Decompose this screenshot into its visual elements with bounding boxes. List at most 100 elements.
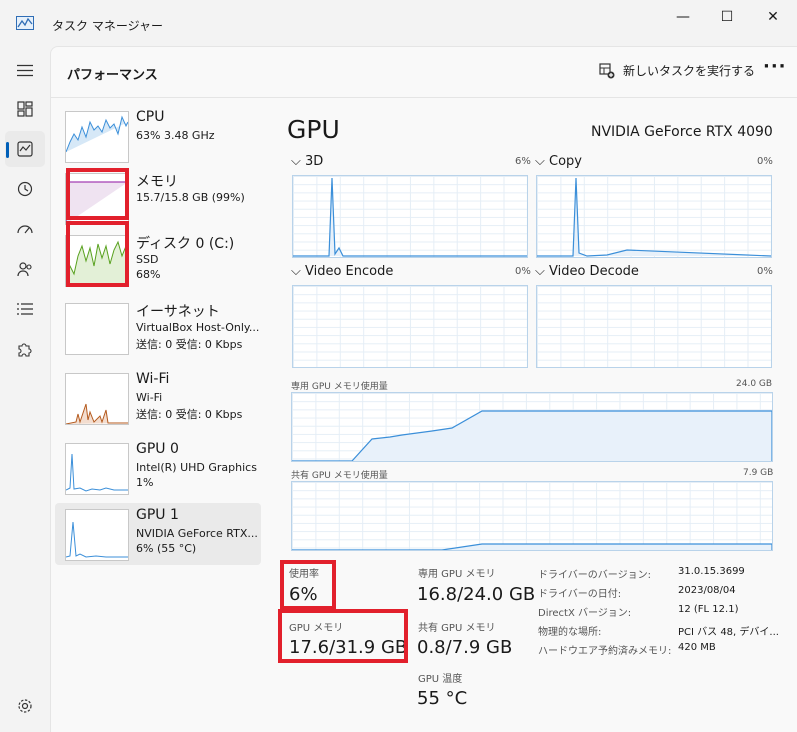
shared-mem-graph	[291, 481, 773, 551]
info-key: ドライバーの日付:	[538, 589, 622, 600]
more-options-button[interactable]: ···	[763, 56, 787, 77]
temp-value: 55 °C	[417, 688, 468, 709]
info-value: 2023/08/04	[678, 585, 736, 596]
dedicated-value: 16.8/24.0 GB	[417, 584, 536, 605]
new-task-icon	[599, 62, 615, 78]
engine-3d-label[interactable]: ⌵ 3D	[291, 154, 323, 169]
highlight-box	[66, 168, 129, 220]
list-icon	[17, 303, 33, 315]
gpu-model: NVIDIA GeForce RTX 4090	[591, 124, 773, 140]
maximize-button[interactable]: ☐	[704, 6, 750, 28]
info-value: 12 (FL 12.1)	[678, 604, 739, 615]
info-key: 物理的な場所:	[538, 627, 602, 638]
device-name: GPU 1	[136, 507, 179, 523]
nav-services[interactable]	[5, 331, 45, 367]
shared-mem-graph-label: 共有 GPU メモリ使用量	[291, 471, 388, 481]
device-detail: NVIDIA GeForce RTX...	[136, 527, 258, 540]
minimize-button[interactable]: —	[660, 6, 706, 28]
run-new-task-label: 新しいタスクを実行する	[623, 64, 756, 78]
nav-app-history[interactable]	[5, 171, 45, 207]
engine-copy-graph	[536, 175, 772, 258]
shared-label: 共有 GPU メモリ	[418, 623, 496, 634]
device-detail: 63% 3.48 GHz	[136, 129, 215, 142]
info-value: 420 MB	[678, 642, 716, 653]
device-ethernet[interactable]: イーサネット VirtualBox Host-Only... 送信: 0 受信:…	[55, 297, 261, 359]
wifi-thumbnail	[65, 373, 129, 425]
device-detail: Wi-Fi	[136, 391, 163, 404]
info-key: ハードウエア予約済みメモリ:	[538, 646, 672, 657]
device-detail-2: 6% (55 °C)	[136, 542, 197, 555]
device-gpu0[interactable]: GPU 0 Intel(R) UHD Graphics 1%	[55, 437, 261, 499]
engine-3d-pct: 6%	[515, 156, 531, 167]
run-new-task-button[interactable]: 新しいタスクを実行する	[599, 62, 755, 79]
page-title: パフォーマンス	[67, 68, 158, 83]
engine-decode-pct: 0%	[757, 266, 773, 277]
device-gpu1[interactable]: GPU 1 NVIDIA GeForce RTX... 6% (55 °C)	[55, 503, 261, 565]
info-key: ドライバーのバージョン:	[538, 570, 651, 581]
dedicated-mem-graph-max: 24.0 GB	[736, 379, 773, 389]
engine-encode-pct: 0%	[515, 266, 531, 277]
device-detail-2: 送信: 0 受信: 0 Kbps	[136, 338, 243, 351]
window-title: タスク マネージャー	[52, 19, 163, 33]
dedicated-mem-graph-label: 専用 GPU メモリ使用量	[291, 382, 388, 392]
history-icon	[17, 181, 33, 197]
device-name: メモリ	[136, 174, 178, 190]
temp-label: GPU 温度	[418, 674, 463, 685]
nav-details[interactable]	[5, 291, 45, 327]
device-detail: Intel(R) UHD Graphics	[136, 461, 257, 474]
highlight-box	[280, 560, 336, 610]
engine-encode-label[interactable]: ⌵ Video Encode	[291, 264, 393, 279]
engine-copy-pct: 0%	[757, 156, 773, 167]
engine-copy-label[interactable]: ⌵ Copy	[535, 154, 582, 169]
gpu0-thumbnail	[65, 443, 129, 495]
dedicated-label: 専用 GPU メモリ	[418, 569, 496, 580]
page-header: パフォーマンス 新しいタスクを実行する ···	[51, 47, 797, 98]
title-bar: タスク マネージャー — ☐ ✕	[0, 0, 797, 46]
gpu-heading: GPU	[287, 115, 340, 144]
device-detail: VirtualBox Host-Only...	[136, 321, 260, 334]
puzzle-icon	[18, 343, 32, 357]
highlight-box	[66, 221, 129, 287]
device-detail-2: 送信: 0 受信: 0 Kbps	[136, 408, 243, 421]
ethernet-thumbnail	[65, 303, 129, 355]
nav-users[interactable]	[5, 251, 45, 287]
performance-icon	[17, 141, 33, 157]
device-wifi[interactable]: Wi-Fi Wi-Fi 送信: 0 受信: 0 Kbps	[55, 367, 261, 429]
info-value: PCI バス 48, デバイ...	[678, 627, 779, 638]
nav-processes[interactable]	[5, 91, 45, 127]
cpu-thumbnail	[65, 111, 129, 163]
nav-performance[interactable]	[5, 131, 45, 167]
highlight-box	[278, 609, 408, 663]
device-detail-2: 68%	[136, 268, 161, 281]
device-name: Wi-Fi	[136, 371, 170, 387]
info-value: 31.0.15.3699	[678, 566, 745, 577]
nav-settings[interactable]	[5, 688, 45, 724]
device-name: CPU	[136, 109, 165, 125]
device-name: ディスク 0 (C:)	[136, 236, 235, 252]
device-name: イーサネット	[136, 304, 220, 320]
nav-rail	[0, 46, 50, 731]
engine-3d-graph	[292, 175, 528, 258]
device-detail: SSD	[136, 253, 159, 266]
task-manager-icon	[16, 16, 34, 30]
engine-encode-graph	[292, 285, 528, 368]
shared-mem-graph-max: 7.9 GB	[743, 468, 774, 478]
info-key: DirectX バージョン:	[538, 608, 632, 619]
device-detail: 15.7/15.8 GB (99%)	[136, 191, 245, 204]
processes-icon	[17, 101, 33, 117]
hamburger-icon	[17, 64, 33, 76]
device-detail-2: 1%	[136, 476, 154, 489]
nav-startup-apps[interactable]	[5, 211, 45, 247]
gpu1-thumbnail	[65, 509, 129, 561]
content-area: パフォーマンス 新しいタスクを実行する ··· CPU 63% 3.48 GHz…	[50, 46, 797, 732]
engine-decode-label[interactable]: ⌵ Video Decode	[535, 264, 639, 279]
engine-decode-graph	[536, 285, 772, 368]
device-cpu[interactable]: CPU 63% 3.48 GHz	[55, 105, 261, 167]
gear-icon	[18, 699, 32, 713]
close-button[interactable]: ✕	[750, 6, 796, 28]
shared-value: 0.8/7.9 GB	[417, 637, 513, 658]
speedometer-icon	[17, 225, 33, 234]
dedicated-mem-graph	[291, 392, 773, 462]
device-name: GPU 0	[136, 441, 179, 457]
hamburger-menu-button[interactable]	[5, 52, 45, 88]
